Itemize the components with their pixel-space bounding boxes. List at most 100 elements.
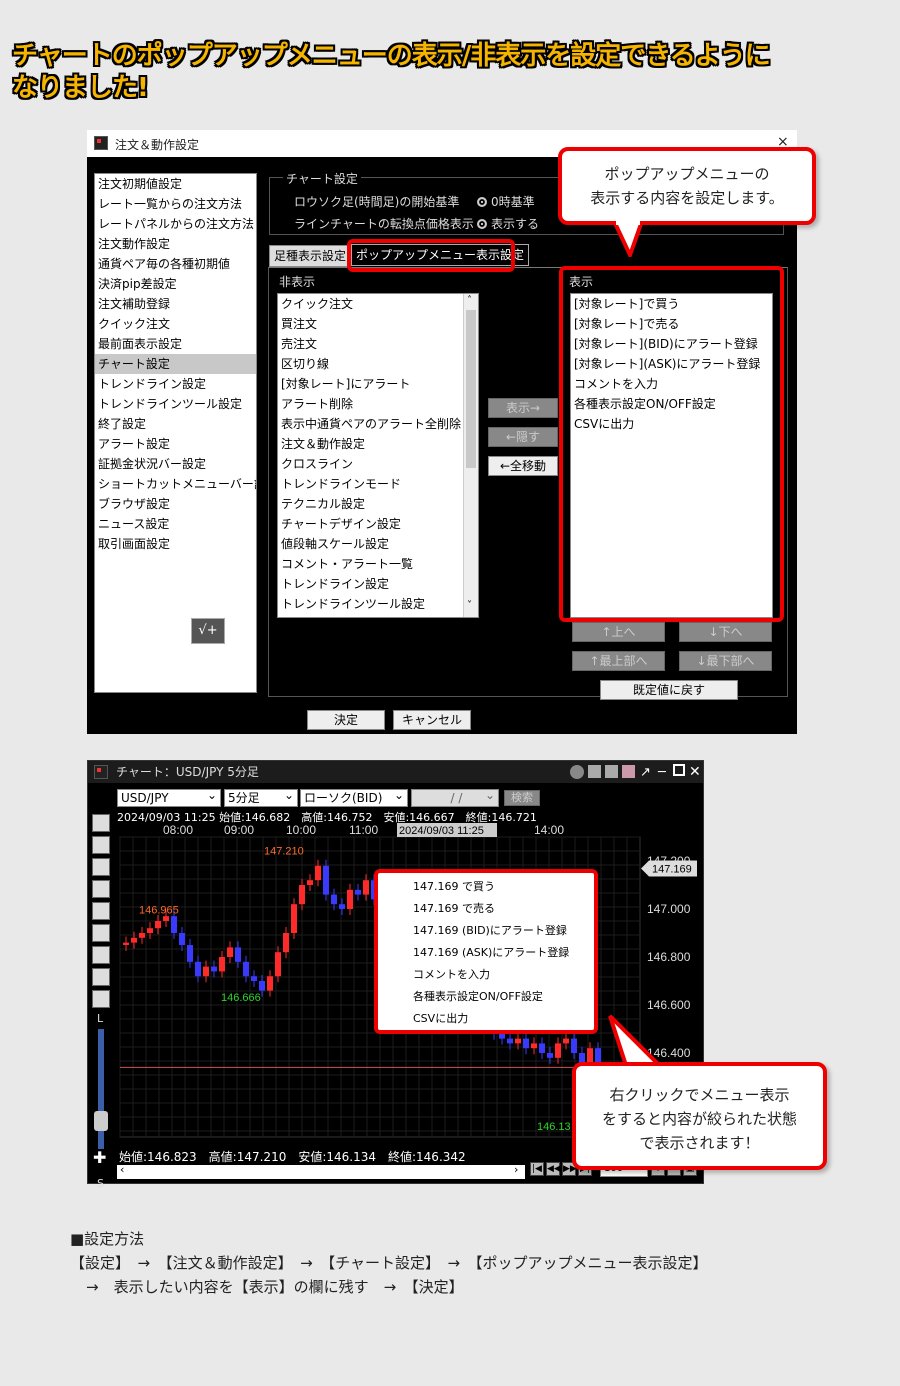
- pair-select[interactable]: USD/JPY: [117, 787, 221, 807]
- hidden-list-item[interactable]: コメント・アラート一覧: [278, 554, 478, 574]
- hidden-list-item[interactable]: [対象レート]にアラート: [278, 374, 478, 394]
- candle-body: [347, 889, 353, 909]
- move-all-button[interactable]: ←全移動: [488, 456, 558, 476]
- show-button[interactable]: 表示→: [488, 398, 558, 418]
- scroll-right-icon[interactable]: ›: [514, 1163, 518, 1176]
- method-line2: → 表示したい内容を【表示】の欄に残す → 【決定】: [86, 1278, 464, 1296]
- candle-body: [355, 889, 361, 895]
- cursor-tool-icon[interactable]: [92, 814, 110, 832]
- h-scrollbar[interactable]: ‹ ›: [117, 1163, 525, 1179]
- hidden-list-scrollbar[interactable]: ˄ ˅: [463, 294, 478, 617]
- headline-line1: チャートのポップアップメニューの表示/非表示を設定できるように: [12, 41, 771, 71]
- layout-tool-icon[interactable]: [92, 990, 110, 1008]
- pen-tool-icon[interactable]: [92, 836, 110, 854]
- candle-type-select[interactable]: ローソク(BID): [300, 787, 408, 807]
- slider-bottom-label: S: [97, 1177, 104, 1190]
- bottom-button[interactable]: ↓最下部へ: [679, 651, 772, 671]
- callout-settings: ポップアップメニューの 表示する内容を設定します。: [558, 147, 816, 225]
- category-item[interactable]: ショートカットメニューバー設定: [95, 474, 256, 494]
- category-item[interactable]: クイック注文: [95, 314, 256, 334]
- first-icon[interactable]: |◀: [530, 1162, 544, 1176]
- scroll-left-icon[interactable]: ‹: [120, 1163, 124, 1176]
- category-item[interactable]: 通貨ペア毎の各種初期値: [95, 254, 256, 274]
- close-icon[interactable]: ✕: [689, 761, 701, 783]
- hidden-list-item[interactable]: クロスライン: [278, 454, 478, 474]
- hidden-list-item[interactable]: 買注文: [278, 314, 478, 334]
- category-item[interactable]: 注文初期値設定: [95, 174, 256, 194]
- down-button[interactable]: ↓下へ: [679, 622, 772, 642]
- scroll-down-icon[interactable]: ˅: [467, 600, 472, 611]
- scroll-up-icon[interactable]: ˄: [467, 295, 472, 306]
- hidden-list-item[interactable]: チャートデザイン設定: [278, 514, 478, 534]
- category-item[interactable]: 注文動作設定: [95, 234, 256, 254]
- date-input[interactable]: / /: [411, 787, 499, 807]
- candle-body: [507, 1038, 513, 1044]
- category-item[interactable]: 終了設定: [95, 414, 256, 434]
- callout-menu-line2: をすると内容が絞られた状態: [601, 1110, 797, 1128]
- candle-start-radio[interactable]: 0時基準: [477, 193, 535, 210]
- paint-icon[interactable]: [622, 765, 635, 778]
- indicator-tool-icon[interactable]: [92, 880, 110, 898]
- category-item[interactable]: アラート設定: [95, 434, 256, 454]
- hidden-list-item[interactable]: 売注文: [278, 334, 478, 354]
- category-item[interactable]: チャート設定: [95, 354, 256, 374]
- category-item[interactable]: トレンドラインツール設定: [95, 394, 256, 414]
- hidden-list-item[interactable]: 注文＆動作設定: [278, 434, 478, 454]
- calendar-tool-icon[interactable]: [92, 946, 110, 964]
- candle-body: [275, 952, 281, 977]
- price-tick-label: 146.800: [647, 950, 691, 964]
- hidden-list-item[interactable]: 値段軸スケール設定: [278, 534, 478, 554]
- tab-bar-type[interactable]: 足種表示設定: [269, 245, 352, 267]
- hide-button[interactable]: ←隠す: [488, 427, 558, 447]
- barcode-tool-icon[interactable]: [92, 902, 110, 920]
- hidden-list[interactable]: クイック注文 買注文 売注文 区切り線 [対象レート]にアラート アラート削除 表示中通貨ペ…: [277, 293, 479, 618]
- category-item[interactable]: 注文補助登録: [95, 294, 256, 314]
- top-button[interactable]: ↑最上部へ: [572, 651, 665, 671]
- hidden-list-item[interactable]: 区切り線: [278, 354, 478, 374]
- hidden-list-item[interactable]: 表示中通貨ペアのアラート全削除: [278, 414, 478, 434]
- notepad-icon[interactable]: [588, 765, 601, 778]
- hidden-list-item[interactable]: トレンドライン設定: [278, 574, 478, 594]
- prev-icon[interactable]: ◀◀: [546, 1162, 561, 1176]
- list-tool-icon[interactable]: [92, 924, 110, 942]
- cancel-button[interactable]: キャンセル: [393, 710, 471, 730]
- category-item[interactable]: 決済pip差設定: [95, 274, 256, 294]
- turning-point-radio[interactable]: 表示する: [477, 215, 539, 232]
- category-item[interactable]: トレンドライン設定: [95, 374, 256, 394]
- hidden-list-item[interactable]: トレンドラインツール設定: [278, 594, 478, 614]
- up-button[interactable]: ↑上へ: [572, 622, 665, 642]
- category-item[interactable]: レート一覧からの注文方法: [95, 194, 256, 214]
- reset-default-button[interactable]: 既定値に戻す: [600, 680, 738, 700]
- category-item[interactable]: 証拠金状況バー設定: [95, 454, 256, 474]
- scroll-thumb[interactable]: [466, 310, 476, 468]
- crosshair-icon[interactable]: ✚: [93, 1148, 106, 1167]
- category-item[interactable]: 最前面表示設定: [95, 334, 256, 354]
- category-item[interactable]: 取引画面設定: [95, 534, 256, 554]
- shown-list-highlight: [559, 266, 784, 622]
- app-icon: [94, 765, 108, 779]
- popout-icon[interactable]: ↗: [640, 762, 651, 784]
- category-item[interactable]: ブラウザ設定: [95, 494, 256, 514]
- copy-icon[interactable]: [605, 765, 618, 778]
- candle-body: [203, 966, 209, 977]
- category-item[interactable]: ニュース設定: [95, 514, 256, 534]
- headline: チャートのポップアップメニューの表示/非表示を設定できるように なりました!: [12, 40, 771, 104]
- zoom-slider-handle[interactable]: [94, 1111, 108, 1131]
- maximize-icon[interactable]: [673, 764, 685, 776]
- category-list[interactable]: 注文初期値設定 レート一覧からの注文方法 レートパネルからの注文方法 注文動作設定 通貨…: [94, 173, 257, 693]
- category-item[interactable]: レートパネルからの注文方法: [95, 214, 256, 234]
- hidden-list-item[interactable]: トレンドラインモード: [278, 474, 478, 494]
- candle-body: [187, 945, 193, 962]
- zoom-slider-track[interactable]: [98, 1029, 104, 1149]
- gear-icon[interactable]: [570, 765, 584, 779]
- candle-body: [195, 961, 201, 977]
- search-button[interactable]: 検索: [504, 790, 540, 806]
- hidden-list-item[interactable]: アラート削除: [278, 394, 478, 414]
- minimize-icon[interactable]: ─: [658, 762, 666, 784]
- hidden-list-item[interactable]: クイック注文: [278, 294, 478, 314]
- print-icon[interactable]: [92, 968, 110, 986]
- ok-button[interactable]: 決定: [307, 710, 385, 730]
- chart-tool-icon[interactable]: [92, 858, 110, 876]
- hidden-list-item[interactable]: テクニカル設定: [278, 494, 478, 514]
- timeframe-select[interactable]: 5分足: [224, 787, 298, 807]
